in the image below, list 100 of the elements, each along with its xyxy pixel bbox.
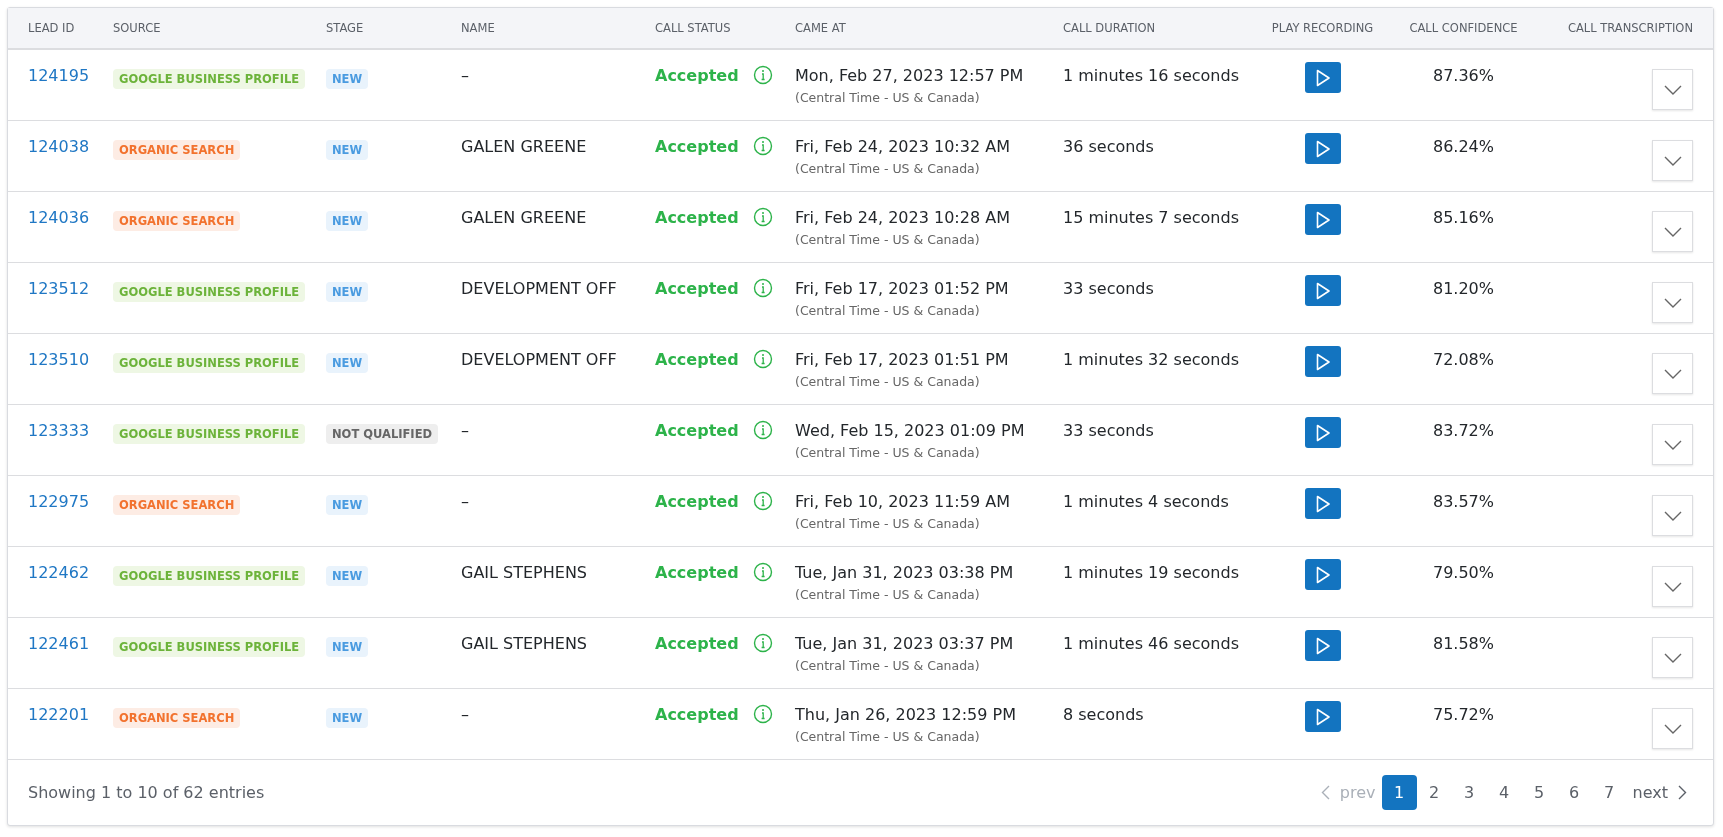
timezone-note: (Central Time - US & Canada) [795,445,981,460]
chevron-icon [1663,652,1682,663]
call-datetime: Fri, Feb 24, 2023 10:28 AM [795,208,1011,227]
column-header: PLAY RECORDING [1271,21,1374,35]
play-icon [1314,494,1331,513]
play-button[interactable] [1304,630,1341,661]
play-icon [1314,210,1331,229]
play-button[interactable] [1304,275,1341,306]
page-button[interactable]: 5 [1521,775,1557,810]
play-button[interactable] [1304,133,1341,164]
info-icon [752,633,773,653]
call-status: Accepted [655,278,739,298]
chevron-icon [1663,155,1682,166]
page-button[interactable]: 1 [1381,775,1417,810]
play-button[interactable] [1304,701,1341,732]
lead-id-link[interactable]: 122462 [28,563,90,582]
lead-id-link[interactable]: 123512 [28,279,90,298]
lead-name: GALEN GREENE [461,208,587,227]
info-icon [752,65,773,85]
source-tag: GOOGLE BUSINESS PROFILE [113,282,306,302]
call-confidence: 79.50% [1433,563,1494,582]
timezone-note: (Central Time - US & Canada) [795,587,981,602]
chevron-icon [1663,723,1682,734]
lead-id-link[interactable]: 123510 [28,350,90,369]
lead-id-link[interactable]: 123333 [28,421,90,440]
page-button[interactable]: 3 [1451,775,1487,810]
chevron-icon [1663,581,1682,592]
stage-tag: NEW [326,282,369,302]
call-status: Accepted [655,65,739,85]
lead-name: GALEN GREENE [461,137,587,156]
play-icon [1314,281,1331,300]
lead-id-link[interactable]: 122461 [28,634,90,653]
page-button[interactable]: 2 [1416,775,1452,810]
timezone-note: (Central Time - US & Canada) [795,516,981,531]
column-header: CALL CONFIDENCE [1409,21,1518,35]
play-icon [1314,352,1331,371]
call-duration: 33 seconds [1063,279,1154,298]
call-status: Accepted [655,491,739,511]
lead-name: – [461,421,469,440]
info-icon [752,704,773,724]
call-confidence: 72.08% [1433,350,1494,369]
chevron-left-icon [1320,785,1330,800]
play-button[interactable] [1304,346,1341,377]
call-confidence: 85.16% [1433,208,1494,227]
call-datetime: Thu, Jan 26, 2023 12:59 PM [795,705,1017,724]
lead-id-link[interactable]: 124195 [28,66,90,85]
next-button[interactable]: next [1626,775,1693,810]
call-status: Accepted [655,420,739,440]
info-icon [752,278,773,298]
timezone-note: (Central Time - US & Canada) [795,232,981,247]
call-duration: 36 seconds [1063,137,1154,156]
source-tag: GOOGLE BUSINESS PROFILE [113,637,306,657]
page-button[interactable]: 4 [1486,775,1522,810]
source-tag: ORGANIC SEARCH [113,708,241,728]
lead-id-link[interactable]: 122201 [28,705,90,724]
source-tag: ORGANIC SEARCH [113,211,241,231]
call-duration: 1 minutes 4 seconds [1063,492,1229,511]
call-status: Accepted [655,562,739,582]
lead-name: – [461,492,469,511]
stage-tag: NEW [326,211,369,231]
page-button[interactable]: 6 [1556,775,1592,810]
column-header: STAGE [326,21,364,35]
call-datetime: Wed, Feb 15, 2023 01:09 PM [795,421,1026,440]
call-duration: 1 minutes 32 seconds [1063,350,1239,369]
play-button[interactable] [1304,417,1341,448]
lead-id-link[interactable]: 122975 [28,492,90,511]
column-header: CALL TRANSCRIPTION [1567,21,1693,35]
call-datetime: Fri, Feb 17, 2023 01:52 PM [795,279,1010,298]
info-icon [752,491,773,511]
stage-tag: NOT QUALIFIED [326,424,439,444]
play-button[interactable] [1304,62,1341,93]
info-icon [752,207,773,227]
play-button[interactable] [1304,204,1341,235]
column-header: CALL DURATION [1063,21,1156,35]
call-duration: 1 minutes 46 seconds [1063,634,1239,653]
play-button[interactable] [1304,559,1341,590]
call-confidence: 86.24% [1433,137,1494,156]
timezone-note: (Central Time - US & Canada) [795,374,981,389]
column-header: SOURCE [113,21,161,35]
info-icon [752,349,773,369]
call-status: Accepted [655,633,739,653]
call-confidence: 81.20% [1433,279,1494,298]
page-button[interactable]: 7 [1591,775,1627,810]
chevron-icon [1663,368,1682,379]
lead-name: DEVELOPMENT OFF [461,279,617,298]
play-button[interactable] [1304,488,1341,519]
call-confidence: 75.72% [1433,705,1494,724]
column-header: LEAD ID [28,21,75,35]
play-icon [1314,565,1331,584]
call-confidence: 81.58% [1433,634,1494,653]
chevron-icon [1663,297,1682,308]
call-datetime: Fri, Feb 10, 2023 11:59 AM [795,492,1011,511]
lead-id-link[interactable]: 124038 [28,137,90,156]
call-duration: 15 minutes 7 seconds [1063,208,1239,227]
source-tag: ORGANIC SEARCH [113,140,241,160]
timezone-note: (Central Time - US & Canada) [795,90,981,105]
source-tag: GOOGLE BUSINESS PROFILE [113,424,306,444]
source-tag: GOOGLE BUSINESS PROFILE [113,566,306,586]
lead-id-link[interactable]: 124036 [28,208,90,227]
play-icon [1314,139,1331,158]
